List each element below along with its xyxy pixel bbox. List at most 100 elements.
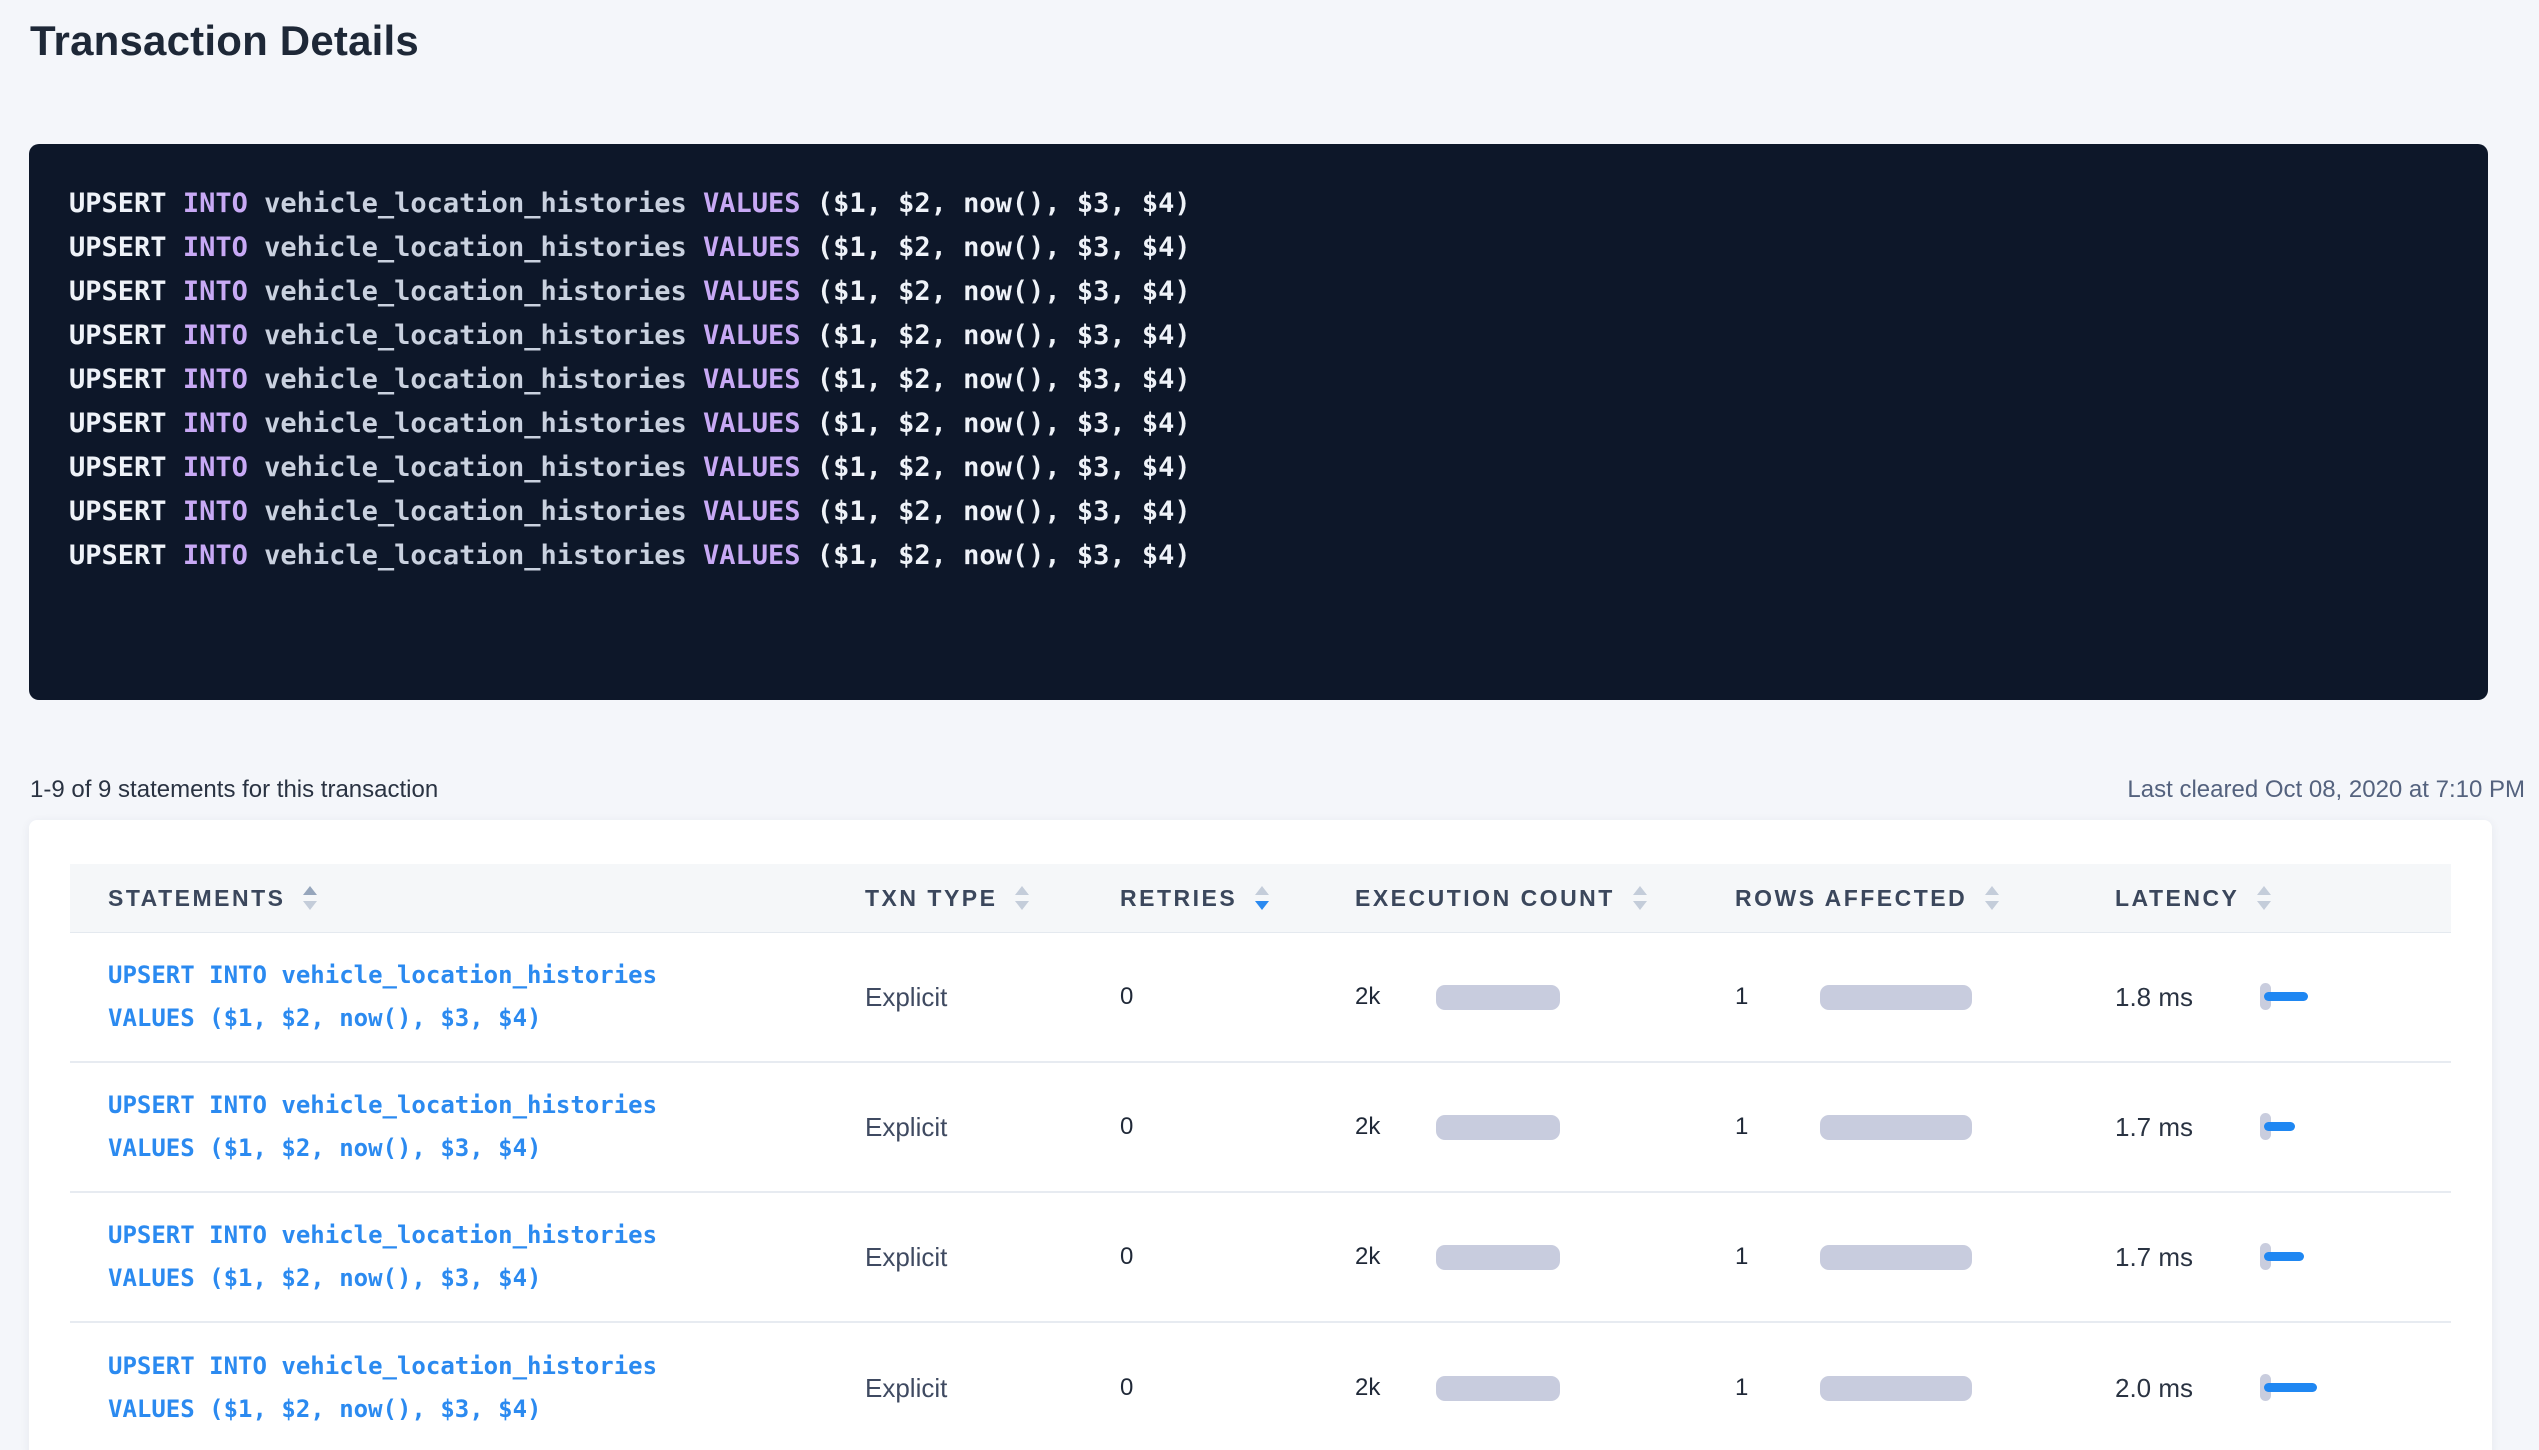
sql-token: vehicle_location_histories: [264, 408, 687, 439]
sql-token: ($1, $2, now(), $3, $4): [801, 320, 1191, 351]
latency-bar-chart: [2260, 1113, 2400, 1141]
statement-line1: UPSERT INTO vehicle_location_histories: [108, 1345, 657, 1388]
sql-token: UPSERT: [69, 496, 167, 527]
sql-token: [248, 276, 264, 307]
statement-link[interactable]: UPSERT INTO vehicle_location_histories V…: [70, 1214, 827, 1300]
sql-token: ($1, $2, now(), $3, $4): [801, 452, 1191, 483]
rows-affected-bar: [1820, 1376, 1972, 1401]
sql-token: [687, 188, 703, 219]
retries-cell: 0: [1082, 983, 1317, 1011]
sql-token: INTO: [183, 452, 248, 483]
column-header-rows-affected[interactable]: ROWS AFFECTED: [1697, 885, 2077, 912]
sql-token: [248, 496, 264, 527]
rows-affected-cell: 1: [1697, 1243, 2077, 1271]
sql-token: [167, 364, 183, 395]
last-cleared-text: Last cleared Oct 08, 2020 at 7:10 PM: [2127, 776, 2525, 804]
sort-arrows[interactable]: [1015, 886, 1029, 910]
txn-type-cell: Explicit: [827, 1242, 1082, 1273]
execution-count-cell: 2k: [1317, 1113, 1697, 1141]
statement-link[interactable]: UPSERT INTO vehicle_location_histories V…: [70, 954, 827, 1040]
sql-token: [687, 276, 703, 307]
sql-token: [167, 276, 183, 307]
sql-token: UPSERT: [69, 320, 167, 351]
sort-up-icon: [1633, 886, 1647, 895]
column-header-txn-type[interactable]: TXN TYPE: [827, 885, 1082, 912]
sql-token: INTO: [183, 276, 248, 307]
sort-up-icon: [1015, 886, 1029, 895]
txn-type-value: Explicit: [865, 1112, 947, 1143]
execution-count-cell: 2k: [1317, 983, 1697, 1011]
execution-count-cell: 2k: [1317, 1243, 1697, 1271]
rows-affected-value: 1: [1735, 983, 1820, 1011]
execution-count-bar: [1436, 1245, 1560, 1270]
sort-down-icon: [1985, 901, 1999, 910]
sql-statement-line: UPSERT INTO vehicle_location_histories V…: [69, 270, 2448, 314]
sort-arrows[interactable]: [1985, 886, 1999, 910]
latency-value: 1.8 ms: [2115, 982, 2260, 1013]
sql-token: INTO: [183, 232, 248, 263]
column-header-statements[interactable]: STATEMENTS: [70, 885, 827, 912]
statement-line2: VALUES ($1, $2, now(), $3, $4): [108, 997, 541, 1040]
rows-affected-bar: [1820, 1245, 1972, 1270]
column-header-label: STATEMENTS: [108, 885, 285, 912]
column-header-label: EXECUTION COUNT: [1355, 885, 1615, 912]
latency-value: 1.7 ms: [2115, 1242, 2260, 1273]
sql-token: [248, 320, 264, 351]
statement-link[interactable]: UPSERT INTO vehicle_location_histories V…: [70, 1084, 827, 1170]
sql-statement-line: UPSERT INTO vehicle_location_histories V…: [69, 314, 2448, 358]
sql-token: [248, 540, 264, 571]
sql-statement-line: UPSERT INTO vehicle_location_histories V…: [69, 402, 2448, 446]
sql-token: [248, 452, 264, 483]
sort-down-icon: [1015, 901, 1029, 910]
latency-bar-icon: [2264, 992, 2308, 1001]
sql-token: UPSERT: [69, 452, 167, 483]
table-row: UPSERT INTO vehicle_location_histories V…: [70, 933, 2451, 1063]
sql-token: [167, 320, 183, 351]
sql-token: INTO: [183, 540, 248, 571]
column-header-latency[interactable]: LATENCY: [2077, 885, 2451, 912]
sort-arrows[interactable]: [1255, 886, 1269, 910]
rows-affected-bar: [1820, 1115, 1972, 1140]
latency-cell: 2.0 ms: [2077, 1373, 2451, 1404]
sort-arrows[interactable]: [2257, 886, 2271, 910]
sql-token: INTO: [183, 188, 248, 219]
column-header-label: ROWS AFFECTED: [1735, 885, 1967, 912]
sort-arrows[interactable]: [303, 886, 317, 910]
sort-up-icon: [1255, 886, 1269, 895]
statement-link[interactable]: UPSERT INTO vehicle_location_histories V…: [70, 1345, 827, 1431]
transaction-sql-panel: UPSERT INTO vehicle_location_histories V…: [29, 144, 2488, 700]
sql-token: [687, 496, 703, 527]
rows-affected-value: 1: [1735, 1243, 1820, 1271]
retries-value: 0: [1120, 983, 1133, 1011]
column-header-execution-count[interactable]: EXECUTION COUNT: [1317, 885, 1697, 912]
sort-down-icon: [2257, 901, 2271, 910]
sort-up-icon: [1985, 886, 1999, 895]
sql-token: [248, 364, 264, 395]
txn-type-value: Explicit: [865, 1242, 947, 1273]
sql-token: [687, 364, 703, 395]
sort-arrows[interactable]: [1633, 886, 1647, 910]
retries-cell: 0: [1082, 1243, 1317, 1271]
latency-cell: 1.8 ms: [2077, 982, 2451, 1013]
column-header-label: RETRIES: [1120, 885, 1237, 912]
sql-token: [687, 232, 703, 263]
latency-bar-chart: [2260, 1243, 2400, 1271]
txn-type-cell: Explicit: [827, 1112, 1082, 1143]
latency-bar-icon: [2264, 1122, 2295, 1131]
latency-value: 1.7 ms: [2115, 1112, 2260, 1143]
sql-token: VALUES: [703, 364, 801, 395]
sql-token: UPSERT: [69, 232, 167, 263]
column-header-label: LATENCY: [2115, 885, 2239, 912]
sql-token: VALUES: [703, 452, 801, 483]
column-header-label: TXN TYPE: [865, 885, 997, 912]
statement-line2: VALUES ($1, $2, now(), $3, $4): [108, 1388, 541, 1431]
sql-token: ($1, $2, now(), $3, $4): [801, 276, 1191, 307]
statement-line2: VALUES ($1, $2, now(), $3, $4): [108, 1257, 541, 1300]
sql-token: ($1, $2, now(), $3, $4): [801, 232, 1191, 263]
sql-token: [687, 540, 703, 571]
column-header-retries[interactable]: RETRIES: [1082, 885, 1317, 912]
txn-type-value: Explicit: [865, 1373, 947, 1404]
statement-line1: UPSERT INTO vehicle_location_histories: [108, 1214, 657, 1257]
sql-token: INTO: [183, 496, 248, 527]
rows-affected-bar: [1820, 985, 1972, 1010]
